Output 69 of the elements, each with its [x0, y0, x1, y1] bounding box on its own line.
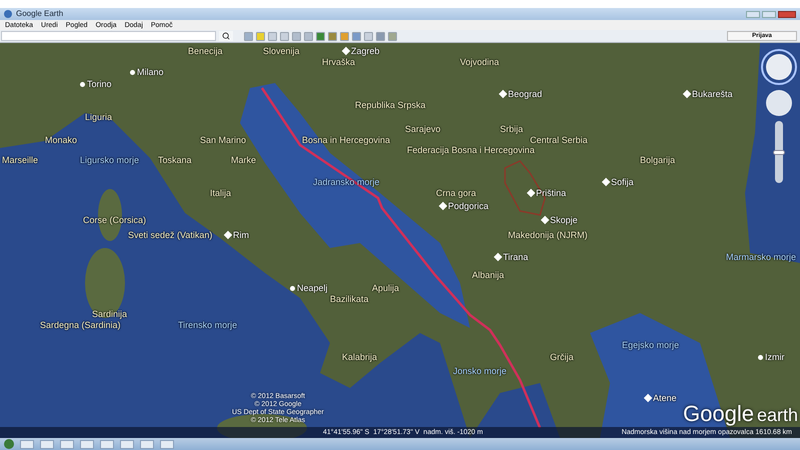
- map-label: Marke: [231, 155, 256, 165]
- map-label: Bazilikata: [330, 294, 369, 304]
- taskbar-icon[interactable]: [40, 440, 54, 448]
- map-label: Atene: [653, 393, 677, 403]
- map-label: Italija: [210, 188, 232, 198]
- map-label: Federacija Bosna i Hercegovina: [407, 145, 535, 155]
- start-button[interactable]: [4, 439, 14, 449]
- map-label: Grčija: [550, 352, 574, 362]
- map-label: Beograd: [508, 89, 542, 99]
- map-label: Crna gora: [436, 188, 476, 198]
- map-label: Marseille: [2, 155, 38, 165]
- zoom-slider-thumb[interactable]: [773, 150, 785, 154]
- map-label: Kalabrija: [342, 352, 378, 362]
- search-button[interactable]: [219, 31, 233, 41]
- map-label: Torino: [87, 79, 112, 89]
- map-label: Bukarešta: [692, 89, 733, 99]
- close-button[interactable]: [778, 10, 796, 18]
- zoom-slider[interactable]: [775, 121, 783, 183]
- look-control[interactable]: [761, 49, 797, 85]
- map-label: Neapelj: [297, 283, 328, 293]
- map-label: Bolgarija: [640, 155, 676, 165]
- map-label: Sofija: [611, 177, 634, 187]
- map-label: Sarajevo: [405, 124, 441, 134]
- map-label: Bosna in Hercegovina: [302, 135, 390, 145]
- map-label: Slovenija: [263, 46, 300, 56]
- map-label: Toskana: [158, 155, 192, 165]
- map-label: Zagreb: [351, 46, 380, 56]
- map-label: Central Serbia: [530, 135, 588, 145]
- map-label: Sveti sedež (Vatikan): [128, 230, 212, 240]
- map-label: Srbija: [500, 124, 524, 134]
- map-label: Tirana: [503, 252, 528, 262]
- map-label: Benecija: [188, 46, 223, 56]
- map-label: Albanija: [472, 270, 504, 280]
- taskbar-icon[interactable]: [80, 440, 94, 448]
- map-label: Corse (Corsica): [83, 215, 146, 225]
- map-label: Monako: [45, 135, 78, 145]
- window-title: Google Earth: [16, 9, 64, 19]
- taskbar-icon[interactable]: [60, 440, 74, 448]
- map-label: Tirensko morje: [178, 320, 238, 330]
- map-label: Vojvodina: [460, 57, 500, 67]
- map-label: Apulija: [372, 283, 400, 293]
- map-label: Priština: [536, 188, 566, 198]
- map-label: Sardegna (Sardinia): [40, 320, 121, 330]
- globe-icon: [4, 10, 12, 18]
- map-label: Hrvaška: [322, 57, 356, 67]
- map-label: Rim: [233, 230, 249, 240]
- taskbar-icon[interactable]: [120, 440, 134, 448]
- map-label: Egejsko morje: [622, 340, 680, 350]
- map-label: Podgorica: [448, 201, 489, 211]
- map-label: Ligursko morje: [80, 155, 140, 165]
- minimize-button[interactable]: [746, 10, 760, 18]
- google-earth-logo: Google earth: [683, 402, 798, 426]
- taskbar-icon[interactable]: [20, 440, 34, 448]
- map-label: Republika Srpska: [355, 100, 426, 110]
- map-label: San Marino: [200, 135, 246, 145]
- taskbar-icon[interactable]: [100, 440, 114, 448]
- taskbar-icon[interactable]: [140, 440, 154, 448]
- map-label: Jonsko morje: [453, 366, 507, 376]
- map-label: Marmarsko morje: [726, 252, 796, 262]
- map-label: Jadransko morje: [313, 177, 380, 187]
- map-label: Izmir: [765, 352, 784, 362]
- map-label: Liguria: [85, 112, 112, 122]
- maximize-button[interactable]: [762, 10, 776, 18]
- map-label: Skopje: [550, 215, 578, 225]
- search-field[interactable]: [1, 31, 216, 41]
- map-label: Makedonija (NJRM): [508, 230, 588, 240]
- map-label: Milano: [137, 67, 164, 77]
- map-label: Sardinija: [92, 309, 128, 319]
- taskbar-icon[interactable]: [160, 440, 174, 448]
